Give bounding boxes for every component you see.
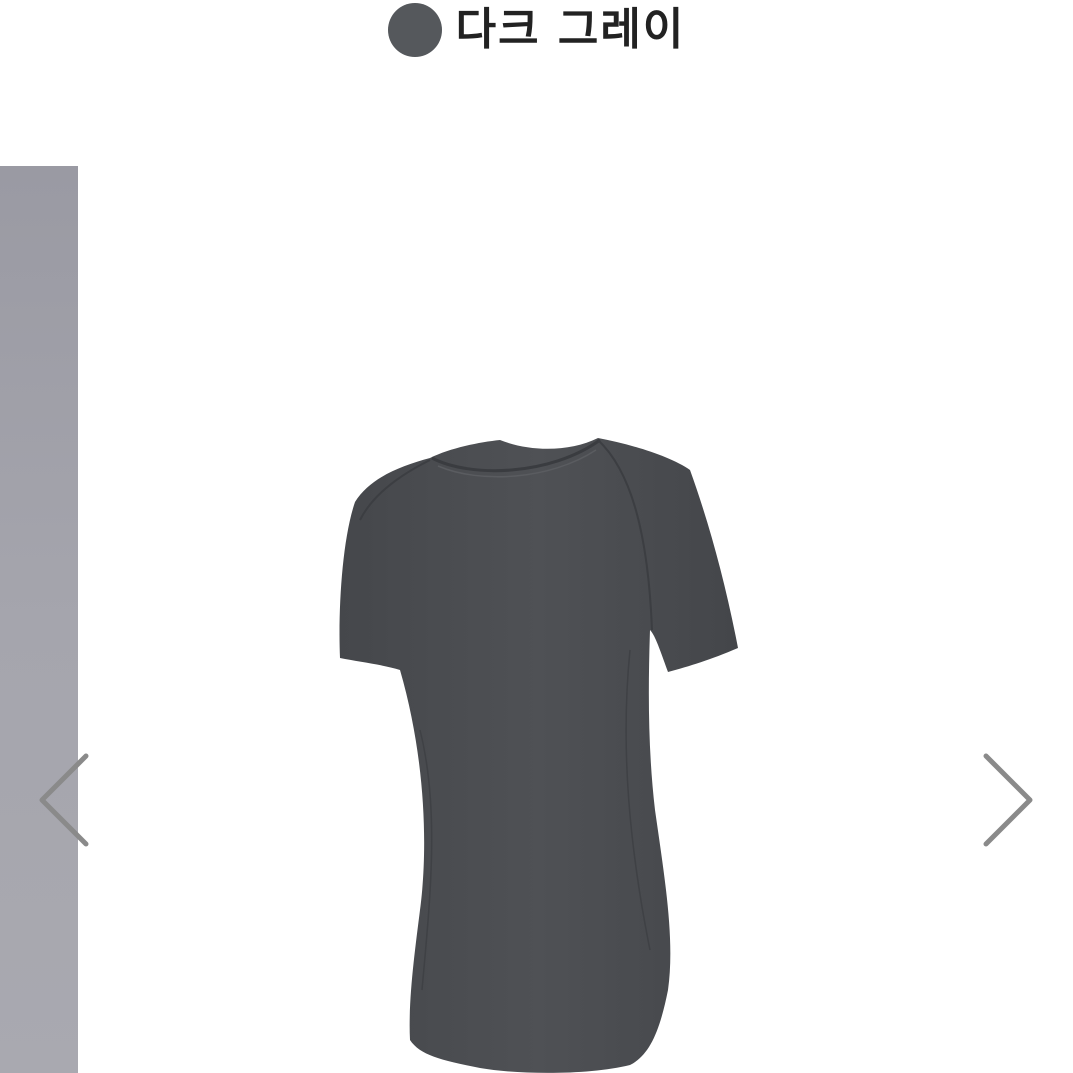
color-option-header: 다크 그레이 — [0, 0, 1073, 60]
color-swatch — [387, 3, 442, 57]
chevron-right-icon[interactable] — [978, 750, 1038, 850]
product-gallery-page: 다크 그레이 — [0, 0, 1073, 1073]
chevron-left-icon[interactable] — [34, 750, 94, 850]
product-image-tshirt — [339, 438, 738, 1073]
color-name: 다크 그레이 — [455, 4, 686, 55]
previous-image-peek[interactable] — [0, 166, 78, 1073]
